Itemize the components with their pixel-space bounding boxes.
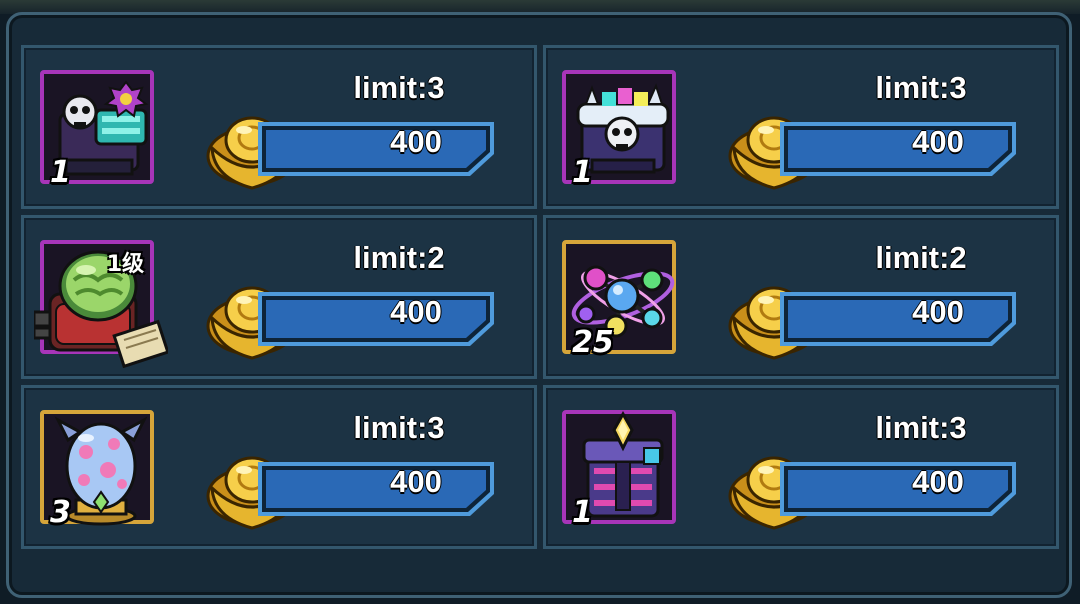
level-badge: 1级 bbox=[106, 252, 144, 277]
purchase-limit: limit:3 bbox=[353, 410, 445, 445]
item-frame: 1 bbox=[40, 70, 154, 190]
price-value: 400 bbox=[912, 294, 964, 329]
item-frame: 25 bbox=[562, 240, 676, 360]
price-value: 400 bbox=[390, 464, 442, 499]
buy-price-button[interactable]: 400 bbox=[256, 118, 496, 178]
item-frame: 3 bbox=[40, 410, 154, 530]
price-value: 400 bbox=[912, 464, 964, 499]
buy-price-button[interactable]: 400 bbox=[256, 458, 496, 518]
purchase-limit: limit:2 bbox=[353, 240, 445, 275]
buy-price-button[interactable]: 400 bbox=[256, 288, 496, 348]
shop-item-monster-egg[interactable]: 3 limit:3 400 bbox=[21, 385, 537, 549]
price-value: 400 bbox=[390, 294, 442, 329]
item-frame: 1 bbox=[562, 410, 676, 530]
shop-item-skull-chest[interactable]: 1 limit:3 400 bbox=[21, 45, 537, 209]
buy-price-button[interactable]: 400 bbox=[778, 288, 1018, 348]
shop-panel: 1 limit:3 400 1 limit:3 400 1级 limit:2 4… bbox=[6, 12, 1072, 598]
shop-item-molecule-orb[interactable]: 25 limit:2 400 bbox=[543, 215, 1059, 379]
item-quantity: 1 bbox=[572, 155, 593, 190]
item-frame: 1级 bbox=[34, 240, 168, 368]
brain-tank-icon bbox=[34, 250, 168, 368]
item-frame: 1 bbox=[562, 70, 676, 190]
shop-item-crystal-chest[interactable]: 1 limit:3 400 bbox=[543, 385, 1059, 549]
item-quantity: 1 bbox=[572, 495, 593, 530]
purchase-limit: limit:3 bbox=[875, 410, 967, 445]
buy-price-button[interactable]: 400 bbox=[778, 458, 1018, 518]
buy-price-button[interactable]: 400 bbox=[778, 118, 1018, 178]
purchase-limit: limit:2 bbox=[875, 240, 967, 275]
price-value: 400 bbox=[390, 124, 442, 159]
price-value: 400 bbox=[912, 124, 964, 159]
shop-item-frost-skull-chest[interactable]: 1 limit:3 400 bbox=[543, 45, 1059, 209]
purchase-limit: limit:3 bbox=[875, 70, 967, 105]
item-quantity: 25 bbox=[572, 325, 614, 360]
item-quantity: 3 bbox=[50, 495, 71, 530]
shop-item-brain-tank[interactable]: 1级 limit:2 400 bbox=[21, 215, 537, 379]
item-quantity: 1 bbox=[50, 155, 71, 190]
purchase-limit: limit:3 bbox=[353, 70, 445, 105]
